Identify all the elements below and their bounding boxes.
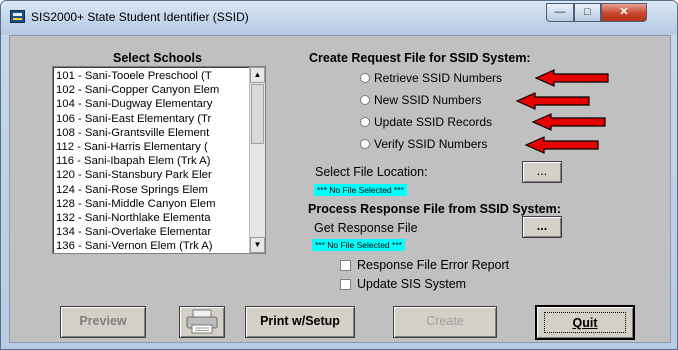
radio-circle[interactable] — [360, 95, 370, 105]
red-arrow-annotation — [534, 69, 609, 87]
process-response-heading: Process Response File from SSID System: — [308, 202, 561, 216]
create-button[interactable]: Create — [393, 306, 497, 338]
scroll-up-arrow[interactable]: ▲ — [250, 67, 265, 83]
school-list-item[interactable]: 128 - Sani-Middle Canyon Elem — [56, 197, 250, 211]
browse-request-location-button[interactable]: ... — [522, 161, 562, 183]
red-arrow-annotation — [524, 136, 599, 154]
app-window: SIS2000+ State Student Identifier (SSID)… — [0, 0, 678, 350]
window-title: SIS2000+ State Student Identifier (SSID) — [31, 10, 249, 24]
close-button[interactable]: ✕ — [601, 3, 647, 22]
update-sis-checkbox[interactable] — [340, 279, 351, 290]
update-sis-label: Update SIS System — [357, 277, 467, 291]
browse-response-file-button[interactable]: ... — [522, 216, 562, 238]
school-list-item[interactable]: 101 - Sani-Tooele Preschool (T — [56, 69, 250, 83]
create-button-label: Create — [426, 314, 464, 328]
red-arrow-annotation — [515, 92, 590, 110]
radio-label: New SSID Numbers — [374, 93, 482, 107]
app-window-icon — [10, 10, 25, 23]
radio-label: Retrieve SSID Numbers — [374, 71, 503, 85]
school-list-item[interactable]: 108 - Sani-Grantsville Element — [56, 126, 250, 140]
school-list-item[interactable]: 116 - Sani-Ibapah Elem (Trk A) — [56, 154, 250, 168]
radio-label: Update SSID Records — [374, 115, 493, 129]
school-list-item[interactable]: 132 - Sani-Northlake Elementa — [56, 211, 250, 225]
radio-label: Verify SSID Numbers — [374, 137, 488, 151]
get-response-file-label: Get Response File — [314, 221, 418, 235]
school-list-item[interactable]: 136 - Sani-Vernon Elem (Trk A) — [56, 239, 250, 253]
select-file-location-label: Select File Location: — [315, 165, 428, 179]
scroll-down-arrow[interactable]: ▼ — [250, 237, 265, 253]
maximize-button[interactable]: □ — [574, 3, 601, 22]
print-with-setup-button[interactable]: Print w/Setup — [245, 306, 355, 338]
school-list-item[interactable]: 112 - Sani-Harris Elementary ( — [56, 140, 250, 154]
quit-button[interactable]: Quit — [535, 305, 635, 340]
print-button[interactable] — [179, 306, 225, 338]
red-arrow-annotation — [531, 113, 606, 131]
school-list-item[interactable]: 106 - Sani-East Elementary (Tr — [56, 112, 250, 126]
minimize-button[interactable]: — — [546, 3, 574, 22]
title-bar[interactable]: SIS2000+ State Student Identifier (SSID)… — [1, 1, 677, 35]
preview-button[interactable]: Preview — [60, 306, 146, 338]
quit-button-label: Quit — [544, 312, 626, 333]
radio-circle[interactable] — [360, 117, 370, 127]
radio-circle[interactable] — [360, 139, 370, 149]
school-list-item[interactable]: 102 - Sani-Copper Canyon Elem — [56, 83, 250, 97]
print-with-setup-label: Print w/Setup — [260, 314, 340, 328]
response-error-report-checkbox[interactable] — [340, 260, 351, 271]
request-type-group: Retrieve SSID Numbers New SSID Numbers U… — [352, 66, 536, 158]
response-error-report-label: Response File Error Report — [357, 258, 510, 272]
radio-circle[interactable] — [360, 73, 370, 83]
create-request-heading: Create Request File for SSID System: — [309, 51, 531, 65]
school-list-item[interactable]: 134 - Sani-Overlake Elementar — [56, 225, 250, 239]
select-schools-heading: Select Schools — [113, 51, 202, 65]
school-list-item[interactable]: 120 - Sani-Stansbury Park Eler — [56, 168, 250, 182]
request-file-status: *** No File Selected *** — [314, 184, 407, 196]
list-scrollbar[interactable]: ▲ ▼ — [249, 67, 265, 253]
schools-listbox[interactable]: 101 - Sani-Tooele Preschool (T 102 - Sani… — [52, 66, 266, 254]
scrollbar-thumb[interactable] — [251, 84, 264, 144]
preview-button-label: Preview — [79, 314, 127, 328]
school-list-item[interactable]: 104 - Sani-Dugway Elementary — [56, 97, 250, 111]
form-body: Select Schools 101 - Sani-Tooele Prescho… — [9, 35, 671, 343]
school-list-item[interactable]: 124 - Sani-Rose Springs Elem — [56, 183, 250, 197]
response-file-status: *** No File Selected *** — [312, 239, 405, 251]
printer-icon — [186, 309, 218, 334]
